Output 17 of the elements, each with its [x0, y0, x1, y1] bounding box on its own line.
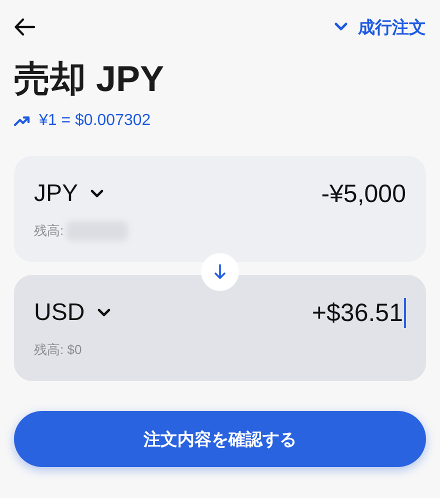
chevron-down-icon: [96, 308, 111, 318]
balance-label: 残高: $0: [34, 341, 82, 359]
amount-field[interactable]: -¥5,000: [321, 180, 406, 208]
exchange-rate: ¥1 = $0.007302: [39, 112, 151, 130]
arrow-down-icon: [214, 264, 226, 280]
page-title: 売却 JPY: [14, 57, 166, 101]
order-type-dropdown[interactable]: 成行注文: [334, 16, 426, 38]
amount-field[interactable]: +$36.51: [312, 298, 406, 328]
currency-dropdown[interactable]: USD: [34, 299, 111, 327]
confirm-button[interactable]: 注文内容を確認する: [14, 411, 426, 467]
back-button[interactable]: [14, 17, 38, 37]
chevron-down-icon: [334, 22, 348, 32]
chevron-down-icon: [90, 189, 104, 199]
trend-up-icon: [14, 115, 30, 127]
balance-label: 残高:: [34, 222, 64, 240]
arrow-left-icon: [14, 18, 36, 36]
currency-dropdown[interactable]: JPY: [34, 180, 104, 208]
